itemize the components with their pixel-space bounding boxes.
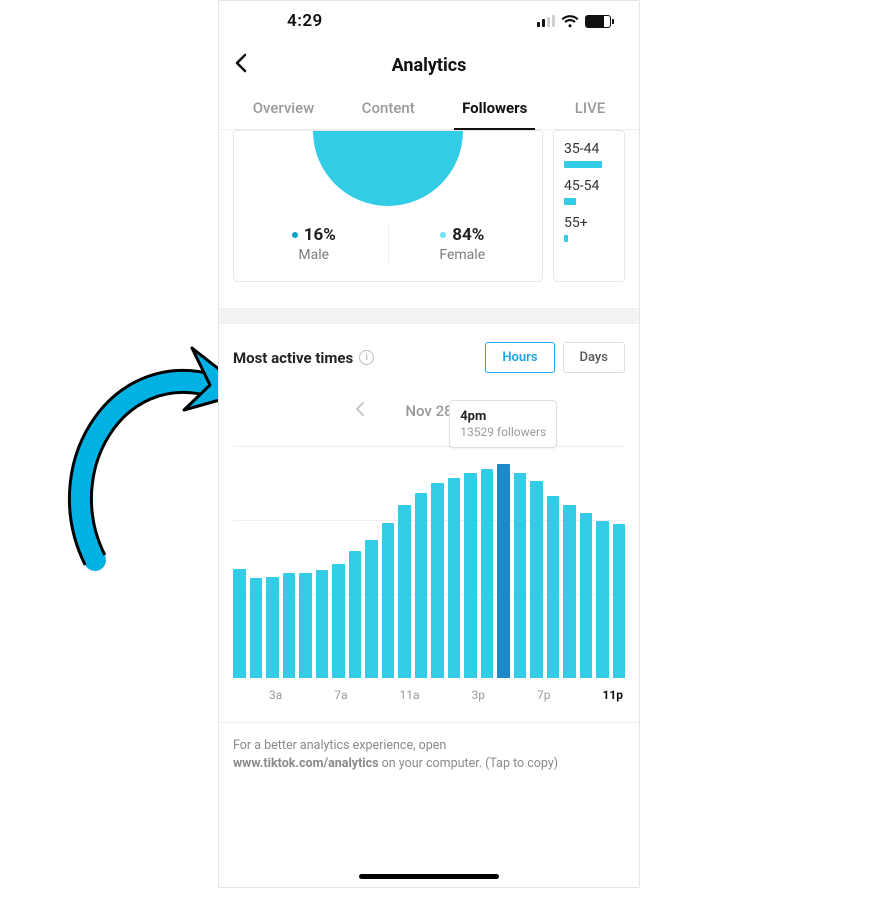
chart-bar[interactable] bbox=[530, 481, 543, 678]
date-navigator: Nov 28 bbox=[233, 401, 625, 420]
active-times-section: Most active times i Hours Days Nov 28 bbox=[219, 324, 639, 722]
x-tick: 11a bbox=[400, 688, 420, 702]
tab-live[interactable]: LIVE bbox=[567, 89, 614, 129]
tab-overview[interactable]: Overview bbox=[245, 89, 323, 129]
tab-bar: Overview Content Followers LIVE bbox=[219, 89, 639, 130]
chart-bar[interactable] bbox=[299, 573, 312, 678]
age-bar bbox=[564, 198, 576, 205]
male-label: Male bbox=[244, 247, 384, 263]
age-bucket-label: 35-44 bbox=[564, 141, 624, 157]
tab-followers[interactable]: Followers bbox=[454, 89, 535, 129]
female-label: Female bbox=[393, 247, 533, 263]
activity-chart[interactable]: 4pm 13529 followers bbox=[233, 446, 625, 678]
current-date: Nov 28 bbox=[405, 402, 452, 420]
wifi-icon bbox=[561, 15, 579, 28]
chart-bar[interactable] bbox=[580, 513, 593, 678]
chart-bar[interactable] bbox=[283, 573, 296, 678]
chart-bar[interactable] bbox=[547, 496, 560, 678]
age-bucket-label: 55+ bbox=[564, 215, 624, 231]
chart-tooltip: 4pm 13529 followers bbox=[449, 400, 557, 448]
chart-bar[interactable] bbox=[613, 524, 626, 678]
chart-bar[interactable] bbox=[415, 493, 428, 679]
chart-bar[interactable] bbox=[563, 505, 576, 678]
footer-url: www.tiktok.com/analytics bbox=[233, 756, 379, 771]
chart-bar[interactable] bbox=[250, 578, 263, 678]
chart-bar[interactable] bbox=[349, 551, 362, 678]
x-tick: 7a bbox=[334, 688, 347, 702]
chevron-left-icon bbox=[355, 402, 365, 416]
home-indicator[interactable] bbox=[359, 874, 499, 879]
tooltip-hour: 4pm bbox=[460, 409, 546, 424]
chart-bar[interactable] bbox=[365, 540, 378, 678]
chevron-left-icon bbox=[233, 53, 249, 73]
signal-icon bbox=[537, 15, 555, 27]
toggle-hours[interactable]: Hours bbox=[485, 342, 554, 373]
dot-icon bbox=[292, 232, 298, 238]
chart-bar[interactable] bbox=[497, 464, 510, 679]
age-bucket-label: 45-54 bbox=[564, 178, 624, 194]
footer-note[interactable]: For a better analytics experience, open … bbox=[219, 722, 639, 799]
footer-text: For a better analytics experience, open bbox=[233, 738, 446, 753]
x-tick: 7p bbox=[537, 688, 550, 702]
chart-bar[interactable] bbox=[448, 478, 461, 678]
tab-content[interactable]: Content bbox=[354, 89, 423, 129]
male-percent: 16% bbox=[304, 225, 336, 245]
granularity-toggle: Hours Days bbox=[485, 342, 625, 373]
chart-bar[interactable] bbox=[316, 570, 329, 678]
back-button[interactable] bbox=[233, 53, 249, 77]
dot-icon bbox=[440, 232, 446, 238]
nav-header: Analytics bbox=[219, 41, 639, 89]
chart-bar[interactable] bbox=[481, 469, 494, 678]
tooltip-followers: 13529 followers bbox=[460, 425, 546, 439]
chart-x-axis: 3a 7a 11a 3p 7p 11p bbox=[233, 678, 625, 702]
chart-bar[interactable] bbox=[431, 483, 444, 678]
info-icon[interactable]: i bbox=[359, 350, 374, 365]
prev-day-button[interactable] bbox=[355, 401, 365, 420]
age-card: 35-44 45-54 55+ bbox=[553, 130, 625, 282]
chart-bar[interactable] bbox=[266, 577, 279, 679]
x-tick: 3p bbox=[472, 688, 485, 702]
chart-bar[interactable] bbox=[382, 523, 395, 678]
phone-frame: 4:29 Analytics Overview Content Follower… bbox=[218, 0, 640, 888]
chart-bar[interactable] bbox=[233, 569, 246, 678]
active-times-title: Most active times bbox=[233, 349, 353, 367]
x-tick: 3a bbox=[269, 688, 282, 702]
demographics-row: 16% Male 84% Female 35-44 45-54 55+ bbox=[219, 130, 639, 282]
x-tick: 11p bbox=[602, 688, 623, 702]
chart-bar[interactable] bbox=[332, 564, 345, 678]
chart-bar[interactable] bbox=[398, 505, 411, 678]
age-bar bbox=[564, 161, 602, 168]
status-time: 4:29 bbox=[287, 11, 323, 31]
status-bar: 4:29 bbox=[219, 1, 639, 41]
female-percent: 84% bbox=[452, 225, 484, 245]
chart-bar[interactable] bbox=[464, 473, 477, 678]
chart-bar[interactable] bbox=[514, 473, 527, 678]
age-bar bbox=[564, 235, 568, 242]
section-separator bbox=[219, 308, 639, 324]
footer-text: on your computer. (Tap to copy) bbox=[379, 756, 559, 771]
chart-bar[interactable] bbox=[596, 521, 609, 678]
page-title: Analytics bbox=[392, 55, 467, 76]
gender-pie-chart bbox=[313, 131, 463, 206]
battery-icon bbox=[585, 15, 611, 28]
toggle-days[interactable]: Days bbox=[563, 342, 625, 373]
gender-card: 16% Male 84% Female bbox=[233, 130, 543, 282]
